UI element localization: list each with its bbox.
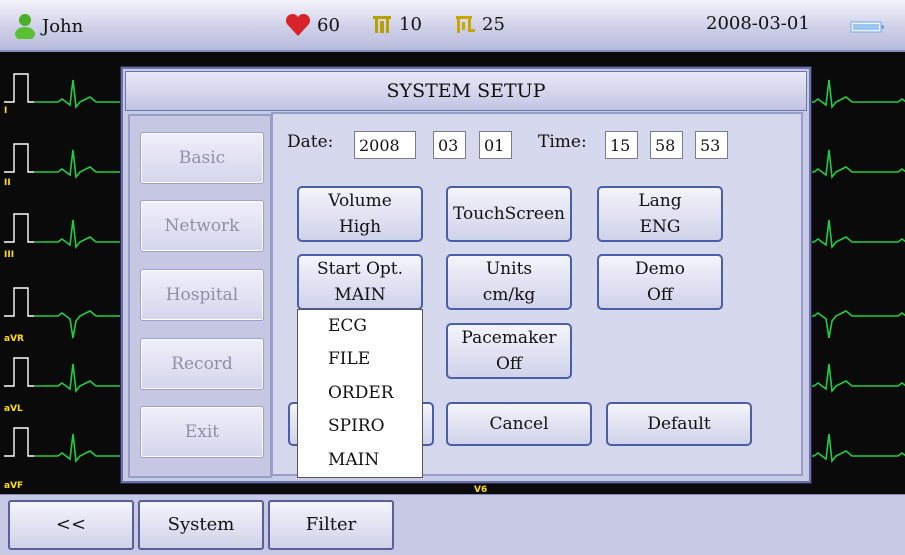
lead-label-i: I <box>4 106 8 116</box>
patient-info[interactable]: John <box>14 13 83 39</box>
filter-button[interactable]: Filter <box>268 500 394 550</box>
calibration-pulse <box>4 213 34 243</box>
heart-rate-value: 60 <box>317 14 340 36</box>
spo-icon <box>456 16 475 33</box>
lead-label-iii: III <box>4 250 15 260</box>
status-bar: John 60 10 25 2008-03-01 <box>0 0 905 52</box>
user-icon <box>15 14 35 39</box>
pacemaker-value: Off <box>495 354 522 374</box>
system-button[interactable]: System <box>138 500 264 550</box>
time-hour-field[interactable]: 15 <box>605 131 638 159</box>
cancel-button[interactable]: Cancel <box>446 402 592 446</box>
nav-network-button[interactable]: Network <box>140 200 264 252</box>
lead-label-avl: aVL <box>4 404 23 414</box>
calibration-pulse <box>4 143 34 173</box>
dropdown-option-main[interactable]: MAIN <box>298 444 422 477</box>
spo-readout: 25 <box>454 13 505 35</box>
start-option-label: Start Opt. <box>316 259 404 279</box>
volume-value: High <box>338 217 382 237</box>
nav-basic-button[interactable]: Basic <box>140 132 264 184</box>
calibration-pulse <box>4 357 34 387</box>
nav-hospital-button[interactable]: Hospital <box>140 269 264 321</box>
dropdown-option-spiro[interactable]: SPIRO <box>298 410 422 443</box>
volume-button[interactable]: Volume High <box>297 186 423 242</box>
heart-rate-readout: 60 <box>285 13 340 37</box>
units-button[interactable]: Units cm/kg <box>446 254 572 310</box>
demo-button[interactable]: Demo Off <box>597 254 723 310</box>
date-readout: 2008-03-01 <box>706 13 810 34</box>
battery-icon <box>850 21 884 33</box>
nav-exit-button[interactable]: Exit <box>140 406 264 458</box>
resp-value: 10 <box>399 13 422 35</box>
volume-label: Volume <box>328 191 392 211</box>
demo-label: Demo <box>634 259 686 279</box>
date-label: Date: <box>287 132 334 152</box>
calibration-pulse <box>4 287 34 317</box>
demo-value: Off <box>646 285 673 305</box>
dropdown-option-file[interactable]: FILE <box>298 343 422 376</box>
dialog-title: SYSTEM SETUP <box>125 71 807 111</box>
date-month-field[interactable]: 03 <box>433 131 466 159</box>
date-year-field[interactable]: 2008 <box>354 131 416 159</box>
units-value: cm/kg <box>482 285 536 305</box>
lang-label: Lang <box>638 191 682 211</box>
touchscreen-button[interactable]: TouchScreen <box>446 186 572 242</box>
bottom-toolbar: << System Filter <box>0 494 905 555</box>
dropdown-option-order[interactable]: ORDER <box>298 377 422 410</box>
start-option-value: MAIN <box>334 285 386 305</box>
back-button[interactable]: << <box>8 500 134 550</box>
setup-nav-panel: Basic Network Hospital Record Exit <box>128 114 272 478</box>
calibration-pulse <box>4 427 34 457</box>
calibration-pulse <box>4 73 34 103</box>
lang-button[interactable]: Lang ENG <box>597 186 723 242</box>
start-option-dropdown[interactable]: ECG FILE ORDER SPIRO MAIN <box>297 309 423 478</box>
time-second-field[interactable]: 53 <box>695 131 728 159</box>
time-label: Time: <box>538 132 587 152</box>
units-label: Units <box>485 259 533 279</box>
lead-label-avr: aVR <box>4 334 24 344</box>
nav-record-button[interactable]: Record <box>140 338 264 390</box>
time-minute-field[interactable]: 58 <box>650 131 683 159</box>
start-option-button[interactable]: Start Opt. MAIN <box>297 254 423 310</box>
pacemaker-button[interactable]: Pacemaker Off <box>446 323 572 379</box>
touchscreen-label: TouchScreen <box>452 204 566 224</box>
default-button[interactable]: Default <box>606 402 752 446</box>
dropdown-option-ecg[interactable]: ECG <box>298 310 422 343</box>
lang-value: ENG <box>639 217 681 237</box>
spo-value: 25 <box>482 13 505 35</box>
lead-label-ii: II <box>4 178 11 188</box>
date-day-field[interactable]: 01 <box>479 131 512 159</box>
heart-icon <box>285 13 311 36</box>
status-date: 2008-03-01 <box>706 13 810 34</box>
pacemaker-label: Pacemaker <box>461 328 557 348</box>
patient-name: John <box>42 15 84 37</box>
resp-readout: 10 <box>371 13 422 35</box>
lead-label-avf: aVF <box>4 481 24 491</box>
respiration-icon <box>373 16 391 33</box>
